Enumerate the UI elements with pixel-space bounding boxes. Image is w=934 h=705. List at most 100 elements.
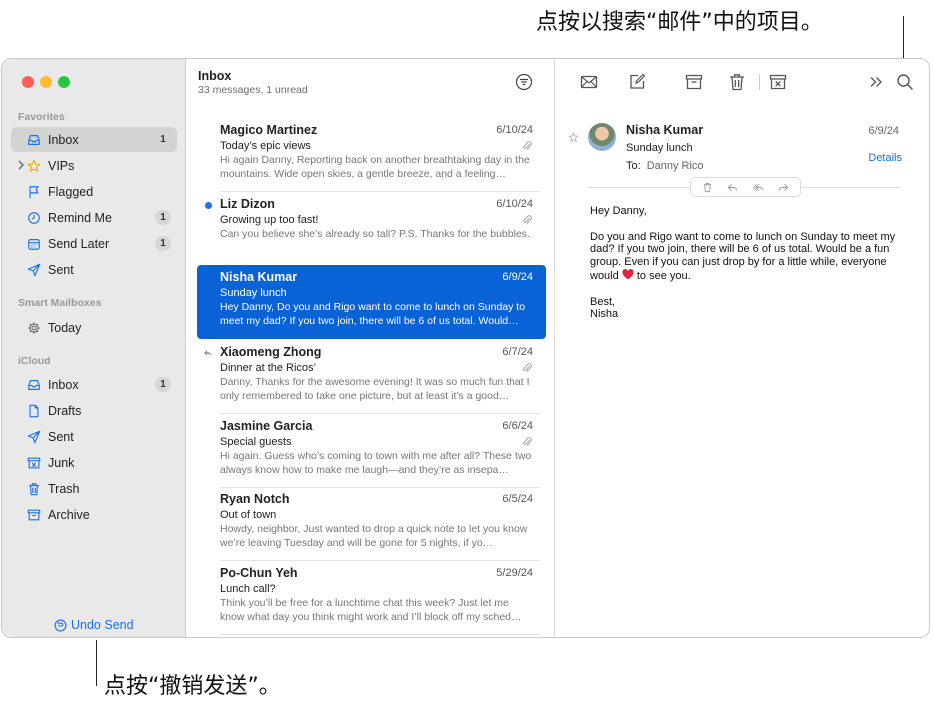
sidebar-item-label: Sent	[48, 262, 74, 277]
message-preview: Danny, Thanks for the awesome evening! I…	[220, 376, 530, 402]
junk-button[interactable]	[767, 71, 789, 93]
sidebar-item-drafts[interactable]: Drafts	[11, 398, 177, 423]
sidebar-item-label: Inbox	[48, 377, 79, 392]
toolbar-divider	[759, 74, 760, 90]
sidebar-item-trash[interactable]: Trash	[11, 476, 177, 501]
mailbox-title: Inbox	[198, 69, 232, 83]
trash-icon	[26, 481, 42, 497]
sidebar-item-archive[interactable]: Archive	[11, 502, 177, 527]
sidebar-item-vips[interactable]: VIPs	[11, 153, 177, 178]
archive-icon	[26, 507, 42, 523]
message-actions-toolbar	[690, 177, 801, 197]
heart-icon	[622, 269, 634, 280]
delete-button[interactable]	[726, 71, 748, 93]
count-badge: 1	[155, 210, 171, 225]
message-date: 5/29/24	[496, 567, 533, 579]
sidebar-item-send-later[interactable]: Send Later 1	[11, 231, 177, 256]
reader-subject: Sunday lunch	[626, 142, 693, 154]
chevron-right-icon[interactable]	[16, 159, 26, 171]
unread-badge: 1	[160, 134, 166, 145]
replied-arrow-icon	[204, 350, 212, 357]
message-date: 6/5/24	[502, 493, 533, 505]
paperplane-icon	[26, 262, 42, 278]
sidebar-item-icloud-inbox[interactable]: Inbox 1	[11, 372, 177, 397]
sidebar-item-label: Drafts	[48, 403, 82, 418]
message-date: 6/10/24	[496, 198, 533, 210]
chevron-double-right-icon	[870, 77, 882, 87]
sidebar-item-label: Remind Me	[48, 210, 112, 225]
star-icon[interactable]	[568, 132, 579, 143]
trash-icon	[730, 74, 744, 91]
divider	[220, 634, 540, 635]
message-preview: Think you’ll be free for a lunchtime cha…	[220, 597, 522, 623]
message-sender: Liz Dizon	[220, 197, 275, 211]
sidebar-item-junk[interactable]: Junk	[11, 450, 177, 475]
message-date: 6/6/24	[502, 420, 533, 432]
reply-icon[interactable]	[727, 182, 738, 193]
zoom-window-button[interactable]	[58, 76, 70, 88]
signoff: Best,	[590, 295, 616, 308]
recipient-name[interactable]: Danny Rico	[647, 160, 704, 172]
undo-send-button[interactable]: Undo Send	[54, 618, 134, 632]
search-button[interactable]	[894, 71, 916, 93]
message-preview: Hi again. Guess who’s coming to town wit…	[220, 450, 532, 476]
junk-icon	[26, 455, 42, 471]
trash-icon[interactable]	[702, 182, 713, 193]
undo-callout-line	[96, 640, 97, 686]
greeting: Hey Danny,	[590, 205, 647, 217]
message-list: Inbox 33 messages, 1 unread Magico Marti…	[187, 59, 555, 637]
message-date: 6/9/24	[502, 271, 533, 283]
get-mail-button[interactable]	[578, 71, 600, 93]
compose-button[interactable]	[626, 71, 648, 93]
sidebar-item-inbox[interactable]: Inbox 1	[11, 127, 177, 152]
filter-icon[interactable]	[515, 73, 533, 91]
reply-all-icon[interactable]	[752, 182, 764, 193]
favorites-header: Favorites	[18, 111, 65, 123]
archive-icon	[685, 74, 703, 90]
sidebar-item-label: Inbox	[48, 132, 79, 147]
compose-icon	[630, 73, 646, 89]
sidebar-item-label: Trash	[48, 481, 80, 496]
reader-recipients: To: Danny Rico	[626, 160, 704, 172]
list-item[interactable]: Liz Dizon 6/10/24 Growing up too fast! C…	[197, 192, 546, 266]
sidebar-item-label: Flagged	[48, 184, 94, 199]
list-item[interactable]: Jasmine Garcia 6/6/24 Special guests Hi …	[197, 414, 546, 488]
sidebar-item-sent[interactable]: Sent	[11, 257, 177, 282]
message-sender: Xiaomeng Zhong	[220, 345, 322, 359]
reader-date: 6/9/24	[868, 125, 899, 137]
body-text-part: to see you.	[636, 269, 691, 282]
archive-button[interactable]	[683, 71, 705, 93]
inbox-icon	[26, 377, 42, 393]
smart-mailboxes-header: Smart Mailboxes	[18, 297, 102, 309]
forward-icon[interactable]	[778, 182, 789, 193]
close-window-button[interactable]	[22, 76, 34, 88]
inbox-icon	[26, 132, 42, 148]
minimize-window-button[interactable]	[40, 76, 52, 88]
message-subject: Lunch call?	[220, 583, 276, 595]
sidebar-item-flagged[interactable]: Flagged	[11, 179, 177, 204]
sidebar-item-label: Archive	[48, 507, 90, 522]
sidebar-item-remind-me[interactable]: Remind Me 1	[11, 205, 177, 230]
details-link[interactable]: Details	[868, 152, 902, 164]
message-date: 6/10/24	[496, 124, 533, 136]
list-item[interactable]: Xiaomeng Zhong 6/7/24 Dinner at the Rico…	[197, 340, 546, 414]
list-item[interactable]: Po-Chun Yeh 5/29/24 Lunch call? Think yo…	[197, 561, 546, 635]
paperclip-icon	[523, 141, 532, 150]
paperplane-icon	[26, 429, 42, 445]
message-date: 6/7/24	[502, 346, 533, 358]
document-icon	[26, 403, 42, 419]
more-toolbar-button[interactable]	[865, 71, 887, 93]
search-icon	[897, 74, 913, 90]
sidebar-item-today[interactable]: Today	[11, 315, 177, 340]
sidebar-item-icloud-sent[interactable]: Sent	[11, 424, 177, 449]
unread-badge: 1	[155, 377, 171, 392]
gear-icon	[26, 320, 42, 336]
list-item[interactable]: Magico Martinez 6/10/24 Today’s epic vie…	[197, 118, 546, 192]
list-item[interactable]: Ryan Notch 6/5/24 Out of town Howdy, nei…	[197, 487, 546, 561]
unread-dot-icon	[205, 202, 212, 209]
count-badge: 1	[155, 236, 171, 251]
paperclip-icon	[523, 437, 532, 446]
message-subject: Sunday lunch	[220, 287, 287, 299]
list-item-selected[interactable]: Nisha Kumar 6/9/24 Sunday lunch Hey Dann…	[197, 265, 546, 339]
to-label: To:	[626, 160, 641, 172]
